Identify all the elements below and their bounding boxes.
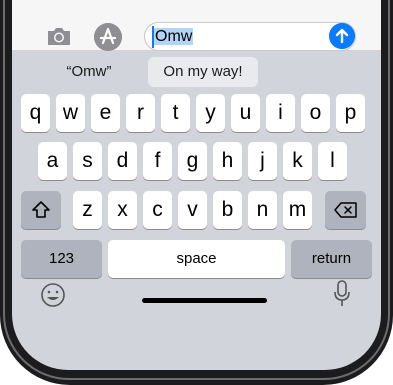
- key-h[interactable]: h: [213, 142, 242, 180]
- key-z[interactable]: z: [73, 191, 102, 229]
- key-p[interactable]: p: [336, 94, 365, 132]
- message-input-text: Omw: [154, 28, 194, 45]
- key-i[interactable]: i: [266, 94, 295, 132]
- key-s[interactable]: s: [73, 142, 102, 180]
- app-store-icon[interactable]: [94, 23, 122, 51]
- delete-icon: [333, 202, 357, 218]
- key-o[interactable]: o: [301, 94, 330, 132]
- message-input[interactable]: Omw: [144, 22, 356, 51]
- key-x[interactable]: x: [108, 191, 137, 229]
- key-k[interactable]: k: [283, 142, 312, 180]
- shift-key[interactable]: [21, 191, 61, 229]
- key-t[interactable]: t: [161, 94, 190, 132]
- return-key[interactable]: return: [291, 240, 372, 278]
- microphone-icon[interactable]: [334, 280, 350, 308]
- key-d[interactable]: d: [108, 142, 137, 180]
- phone-screen: Omw “Omw” On my way! q w e r t y u i o p…: [12, 0, 381, 370]
- key-j[interactable]: j: [248, 142, 277, 180]
- send-arrow-icon[interactable]: [329, 23, 355, 49]
- key-c[interactable]: c: [143, 191, 172, 229]
- message-bar: Omw: [12, 0, 381, 51]
- key-y[interactable]: y: [196, 94, 225, 132]
- key-v[interactable]: v: [178, 191, 207, 229]
- key-g[interactable]: g: [178, 142, 207, 180]
- key-e[interactable]: e: [91, 94, 120, 132]
- key-a[interactable]: a: [38, 142, 67, 180]
- key-q[interactable]: q: [21, 94, 50, 132]
- prediction-item[interactable]: “Omw”: [44, 57, 134, 87]
- camera-icon[interactable]: [46, 27, 72, 46]
- space-key[interactable]: space: [108, 240, 285, 278]
- predictive-bar: “Omw” On my way!: [12, 50, 381, 95]
- key-f[interactable]: f: [143, 142, 172, 180]
- emoji-icon[interactable]: [40, 282, 66, 308]
- key-n[interactable]: n: [248, 191, 277, 229]
- key-l[interactable]: l: [318, 142, 347, 180]
- key-w[interactable]: w: [56, 94, 85, 132]
- delete-key[interactable]: [325, 191, 366, 229]
- key-b[interactable]: b: [213, 191, 242, 229]
- key-m[interactable]: m: [283, 191, 312, 229]
- key-u[interactable]: u: [231, 94, 260, 132]
- numbers-key[interactable]: 123: [21, 240, 102, 278]
- prediction-item[interactable]: On my way!: [148, 57, 258, 87]
- shift-icon: [32, 201, 50, 218]
- key-r[interactable]: r: [126, 94, 155, 132]
- home-indicator[interactable]: [142, 298, 267, 303]
